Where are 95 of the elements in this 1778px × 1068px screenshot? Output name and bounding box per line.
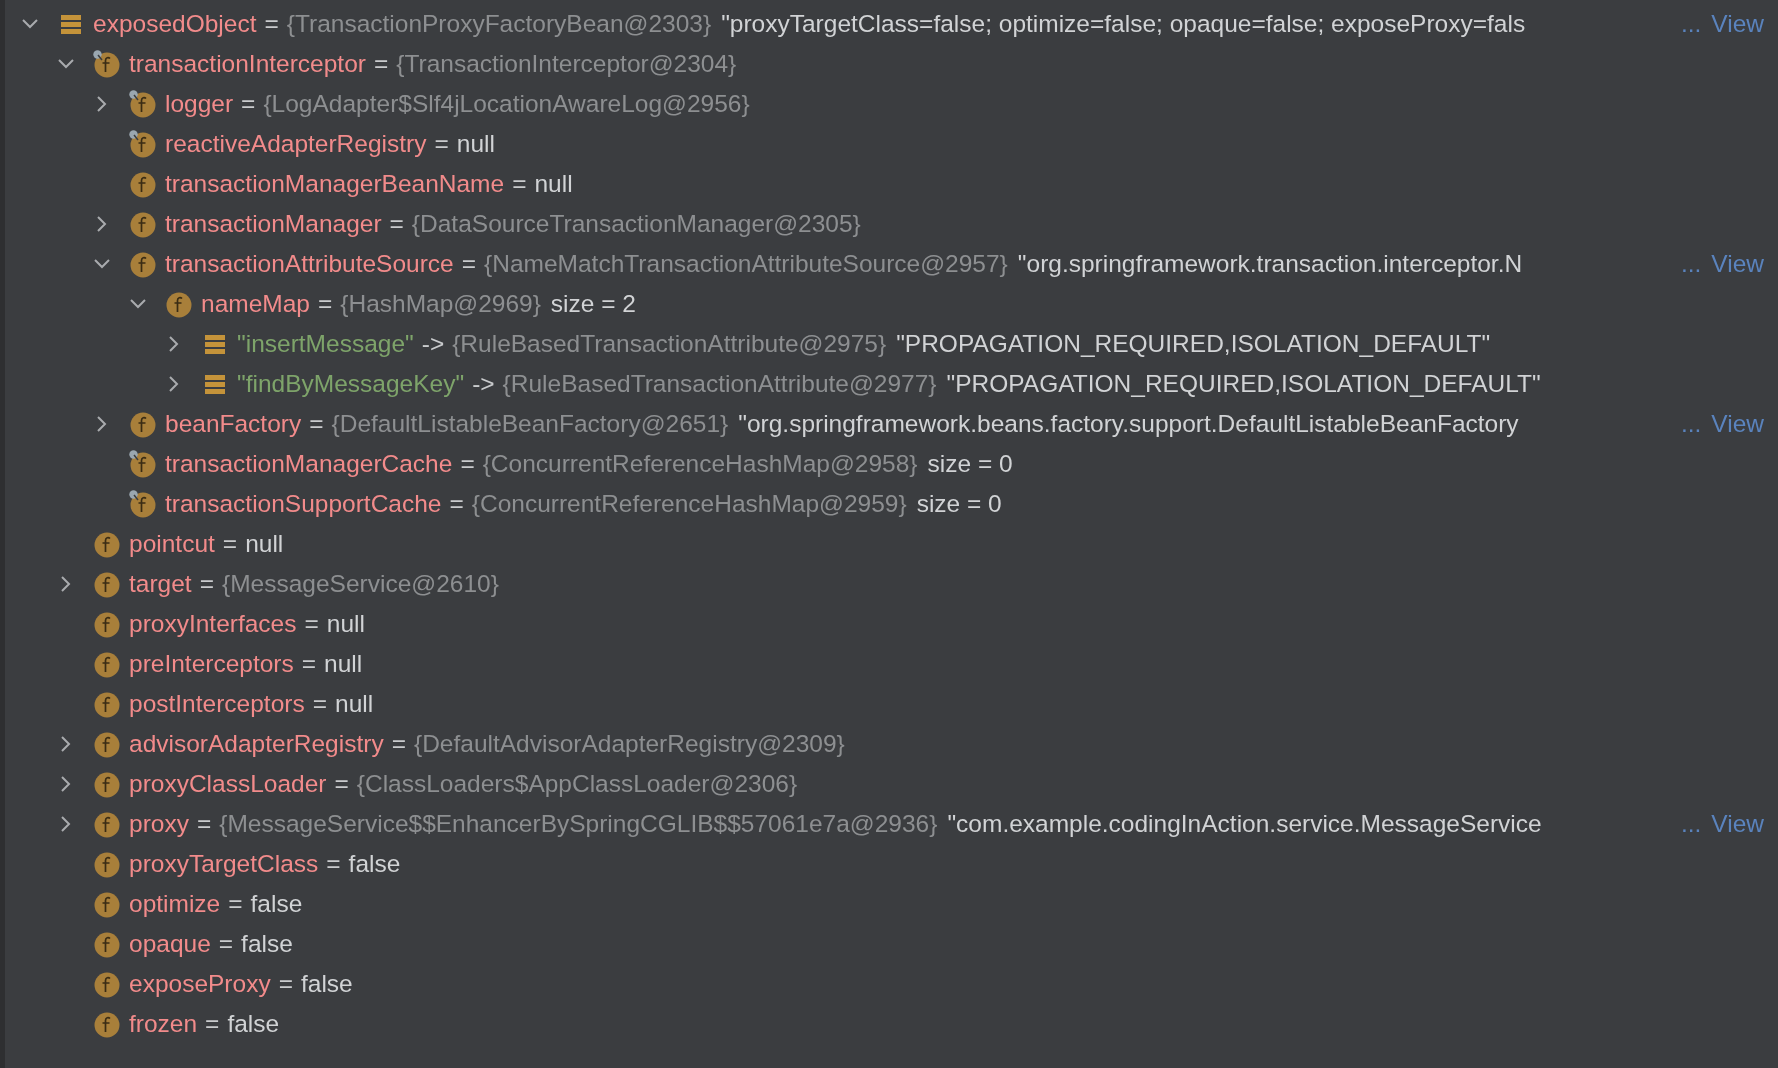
variable-name: transactionInterceptor [129, 50, 366, 78]
operator: = [312, 690, 327, 718]
variable-name: nameMap [201, 290, 310, 318]
value-text: null [324, 650, 363, 678]
operator: -> [421, 330, 445, 358]
type-label: {HashMap@2969} [340, 290, 541, 318]
variable-name: frozen [129, 1010, 198, 1038]
value-text: null [326, 610, 365, 638]
variable-name: opaque [129, 930, 211, 958]
variable-name: proxy [129, 810, 189, 838]
type-label: {LogAdapter$Slf4jLocationAwareLog@2956} [263, 90, 750, 118]
value-text: size = 0 [927, 450, 1013, 478]
value-text: "PROPAGATION_REQUIRED,ISOLATION_DEFAULT" [896, 330, 1491, 358]
value-text: "com.example.codingInAction.service.MessageService [947, 810, 1542, 838]
type-label: {DataSourceTransactionManager@2305} [411, 210, 861, 238]
value-text: null [456, 130, 495, 158]
operator: = [218, 930, 234, 958]
variable-name: beanFactory [165, 410, 302, 438]
view-link[interactable]: View [1711, 10, 1764, 38]
variable-name: optimize [129, 890, 221, 918]
value-text: false [227, 1010, 280, 1038]
operator: = [222, 530, 238, 558]
operator: -> [472, 370, 495, 398]
value-text: "PROPAGATION_REQUIRED,ISOLATION_DEFAULT" [946, 370, 1541, 398]
value-text: null [245, 530, 284, 558]
operator: = [334, 770, 349, 798]
operator: = [434, 130, 449, 158]
type-label: {MessageService$$EnhancerBySpringCGLIB$$57061e7a@2936} [219, 810, 938, 838]
variable-name: reactiveAdapterRegistry [165, 130, 427, 158]
value-text: null [534, 170, 573, 198]
ellipsis: ... [1680, 10, 1702, 38]
variable-name: transactionManager [165, 210, 382, 238]
operator: = [389, 210, 404, 238]
type-label: {DefaultListableBeanFactory@2651} [331, 410, 729, 438]
value-text: size = 2 [550, 290, 636, 318]
operator: = [228, 890, 243, 918]
variable-name: postInterceptors [129, 690, 305, 718]
view-link[interactable]: View [1711, 250, 1764, 278]
operator: = [309, 410, 324, 438]
operator: = [301, 650, 317, 678]
operator: = [449, 490, 464, 518]
type-label: {TransactionInterceptor@2304} [396, 50, 737, 78]
operator: = [317, 290, 333, 318]
type-label: {MessageService@2610} [221, 570, 499, 598]
variable-name: transactionManagerCache [165, 450, 453, 478]
operator: = [373, 50, 389, 78]
operator: = [326, 850, 341, 878]
type-label: {RuleBasedTransactionAttribute@2975} [452, 330, 887, 358]
operator: = [304, 610, 319, 638]
type-label: {ConcurrentReferenceHashMap@2959} [471, 490, 907, 518]
variable-name: proxyTargetClass [129, 850, 319, 878]
operator: = [205, 1010, 220, 1038]
type-label: {RuleBasedTransactionAttribute@2977} [502, 370, 937, 398]
variable-name: pointcut [129, 530, 215, 558]
type-label: {DefaultAdvisorAdapterRegistry@2309} [413, 730, 845, 758]
type-label: {ClassLoaders$AppClassLoader@2306} [356, 770, 798, 798]
operator: = [391, 730, 406, 758]
operator: = [196, 810, 212, 838]
variable-name: preInterceptors [129, 650, 294, 678]
variable-name: transactionAttributeSource [165, 250, 454, 278]
operator: = [264, 10, 279, 38]
type-label: {TransactionProxyFactoryBean@2303} [286, 10, 712, 38]
ellipsis: ... [1680, 410, 1702, 438]
operator: = [278, 970, 293, 998]
operator: = [512, 170, 527, 198]
ellipsis: ... [1680, 810, 1702, 838]
variable-name: exposedObject [93, 10, 257, 38]
view-link[interactable]: View [1711, 410, 1764, 438]
variable-name: advisorAdapterRegistry [129, 730, 384, 758]
variable-name: "findByMessageKey" [237, 370, 465, 398]
type-label: {ConcurrentReferenceHashMap@2958} [482, 450, 918, 478]
variable-name: transactionSupportCache [165, 490, 442, 518]
ellipsis: ... [1680, 250, 1702, 278]
variable-name: transactionManagerBeanName [165, 170, 505, 198]
value-text: false [241, 930, 293, 958]
value-text: null [335, 690, 374, 718]
value-text: false [250, 890, 303, 918]
value-text: "org.springframework.beans.factory.support.DefaultListableBeanFactory [738, 410, 1519, 438]
variable-name: logger [165, 90, 234, 118]
value-text: false [300, 970, 353, 998]
variable-name: target [129, 570, 192, 598]
value-text: "org.springframework.transaction.interceptor.N [1017, 250, 1523, 278]
operator: = [460, 450, 475, 478]
variable-name: proxyInterfaces [129, 610, 297, 638]
type-label: {NameMatchTransactionAttributeSource@2957} [484, 250, 1008, 278]
operator: = [461, 250, 477, 278]
value-text: false [348, 850, 401, 878]
value-text: "proxyTargetClass=false; optimize=false; opaque=false; exposeProxy=fals [721, 10, 1526, 38]
value-text: size = 0 [916, 490, 1002, 518]
variable-name: exposeProxy [129, 970, 271, 998]
operator: = [199, 570, 214, 598]
variable-name: "insertMessage" [237, 330, 414, 358]
variable-name: proxyClassLoader [129, 770, 327, 798]
operator: = [241, 90, 256, 118]
view-link[interactable]: View [1711, 810, 1764, 838]
